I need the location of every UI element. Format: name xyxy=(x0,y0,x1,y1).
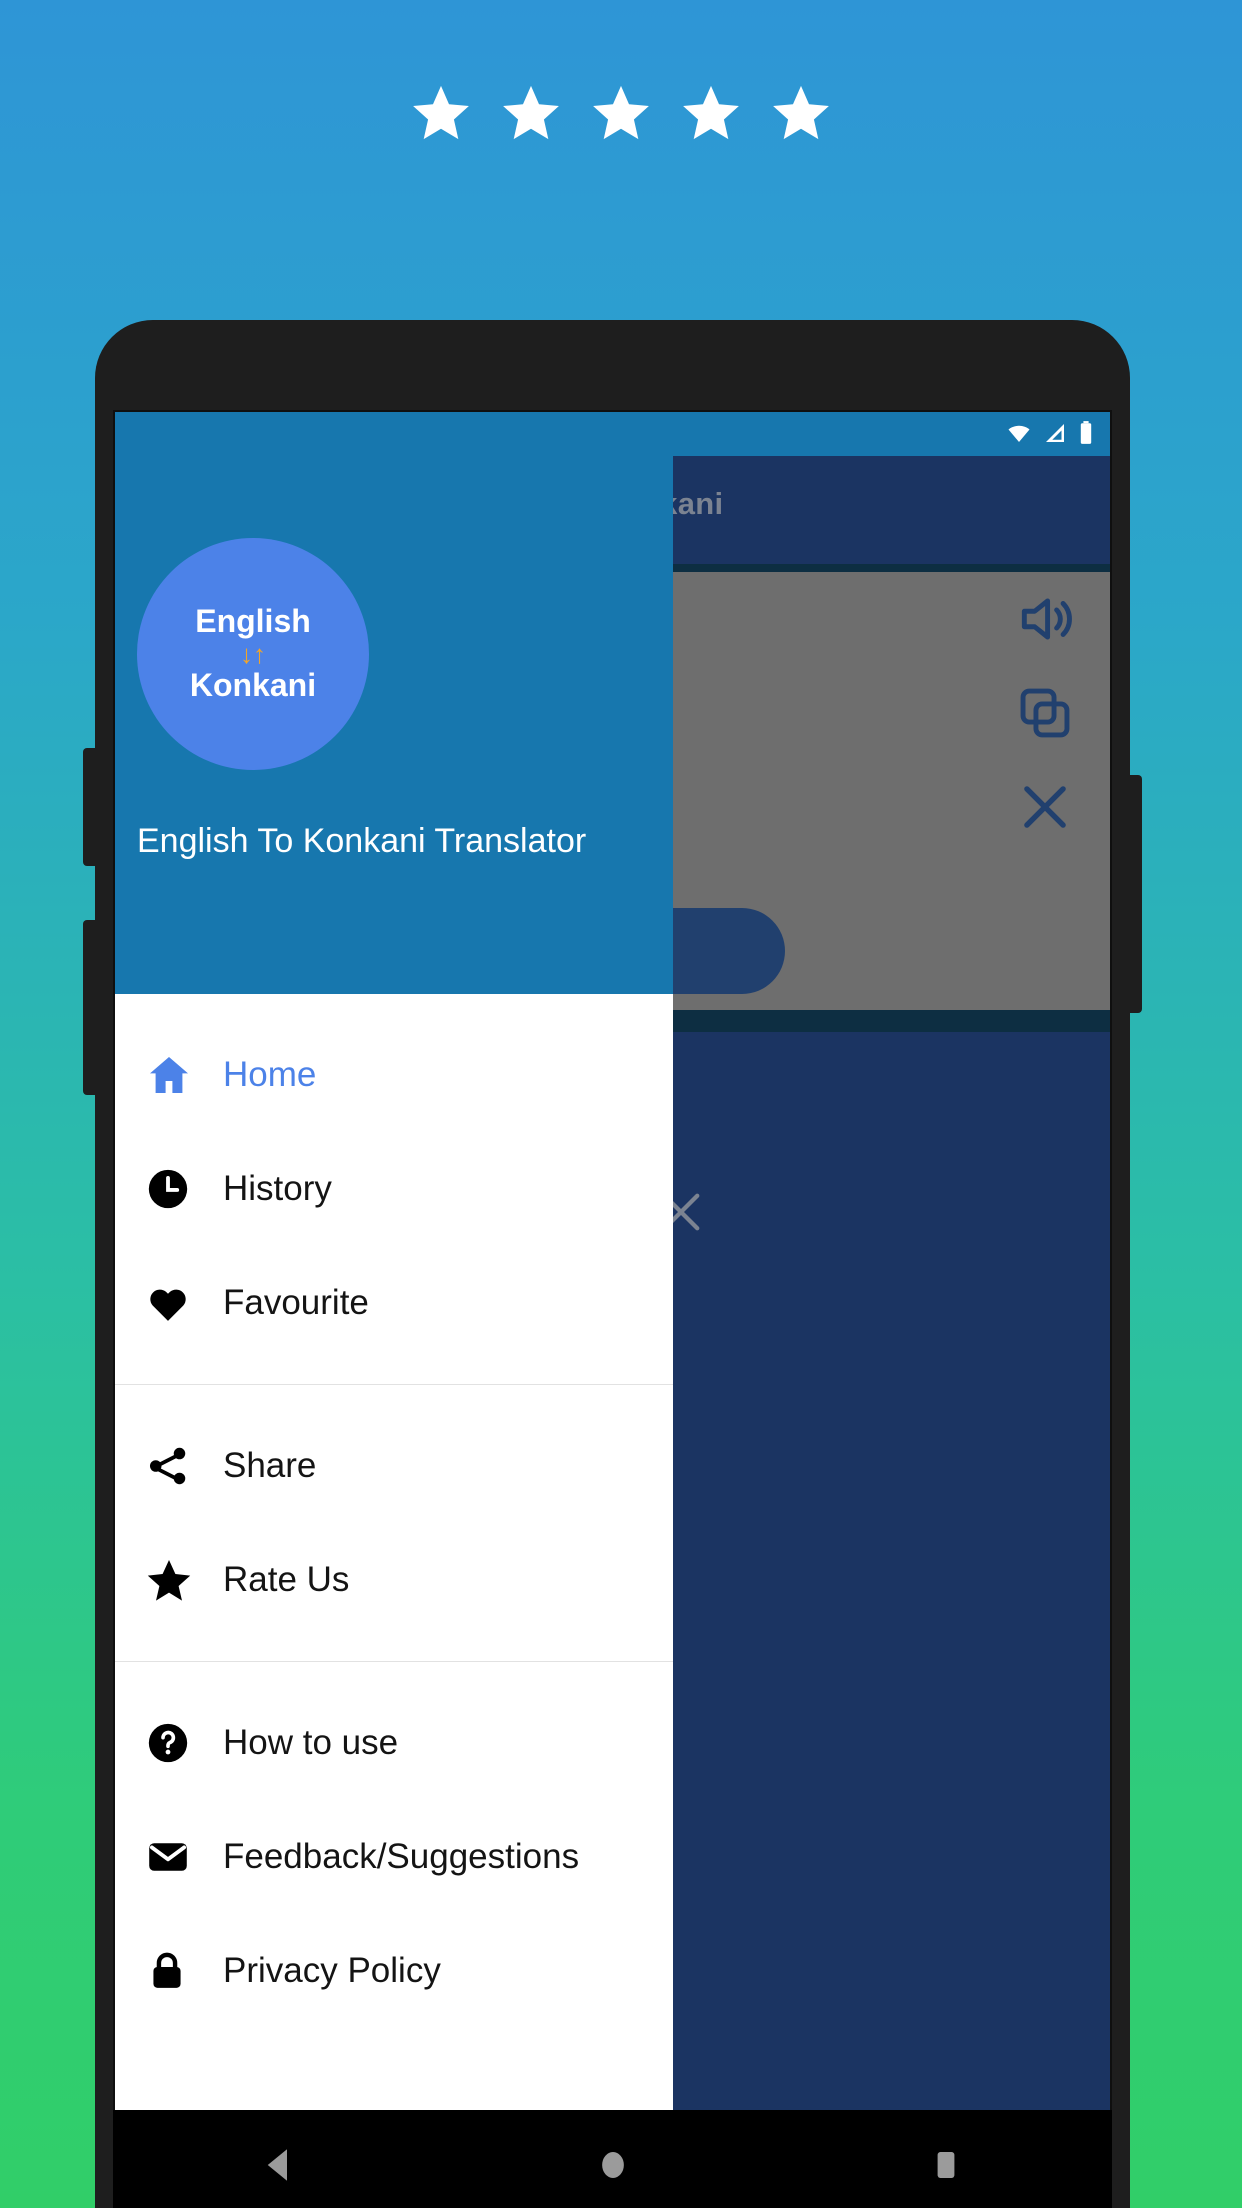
menu-item-label: Feedback/Suggestions xyxy=(223,1837,580,1876)
status-icons xyxy=(1004,420,1094,446)
menu-item-label: Favourite xyxy=(223,1283,369,1322)
swap-arrows-icon: ↓↑ xyxy=(240,639,266,669)
phone-screen: Konkani k on xyxy=(113,410,1112,2110)
volume-down-button[interactable] xyxy=(83,920,99,1095)
menu-item-label: Privacy Policy xyxy=(223,1951,441,1990)
copy-icon[interactable] xyxy=(1014,682,1076,744)
phone-frame: Konkani k on xyxy=(83,320,1142,2208)
menu-item-feedback[interactable]: Feedback/Suggestions xyxy=(115,1800,673,1914)
lock-icon xyxy=(145,1949,223,1993)
menu-item-share[interactable]: Share xyxy=(115,1409,673,1523)
power-button[interactable] xyxy=(1126,775,1142,1013)
menu-item-label: Rate Us xyxy=(223,1560,350,1599)
battery-icon xyxy=(1078,420,1094,446)
share-icon xyxy=(145,1443,223,1489)
menu-item-how-to-use[interactable]: How to use xyxy=(115,1686,673,1800)
promo-screenshot: Konkani k on xyxy=(0,0,1242,2208)
star-icon xyxy=(410,82,472,144)
mail-icon xyxy=(145,1834,223,1880)
app-logo: English ↓↑ Konkani xyxy=(137,538,369,770)
drawer-menu: Home History Favourite Share Rate Us How… xyxy=(115,994,673,2028)
star-icon xyxy=(590,82,652,144)
menu-item-label: How to use xyxy=(223,1723,399,1762)
cell-signal-icon xyxy=(1043,421,1069,445)
app-title: English To Konkani Translator xyxy=(137,822,587,860)
logo-target-language: Konkani xyxy=(189,667,317,703)
star-icon xyxy=(770,82,832,144)
drawer-header: English ↓↑ Konkani English To Konkani Tr… xyxy=(115,412,673,994)
clock-icon xyxy=(145,1166,223,1212)
navigation-drawer: English ↓↑ Konkani English To Konkani Tr… xyxy=(115,412,673,2110)
heart-icon xyxy=(145,1280,223,1326)
menu-item-rate-us[interactable]: Rate Us xyxy=(115,1523,673,1637)
close-icon[interactable] xyxy=(1014,776,1076,838)
menu-item-favourite[interactable]: Favourite xyxy=(115,1246,673,1360)
menu-item-label: Home xyxy=(223,1055,317,1094)
star-icon xyxy=(680,82,742,144)
star-icon xyxy=(500,82,562,144)
logo-source-language: English xyxy=(195,603,311,640)
speaker-icon[interactable] xyxy=(1014,588,1076,650)
menu-item-label: Share xyxy=(223,1446,317,1485)
menu-item-label: History xyxy=(223,1169,332,1208)
volume-up-button[interactable] xyxy=(83,748,99,866)
rating-stars xyxy=(0,82,1242,144)
menu-item-home[interactable]: Home xyxy=(115,1018,673,1132)
wifi-icon xyxy=(1004,421,1034,445)
android-navigation-bar xyxy=(113,2110,1112,2208)
back-button[interactable] xyxy=(259,2144,301,2186)
star-icon xyxy=(145,1556,223,1604)
recents-button[interactable] xyxy=(925,2144,967,2186)
help-icon xyxy=(145,1720,223,1766)
home-icon xyxy=(145,1051,223,1099)
menu-item-history[interactable]: History xyxy=(115,1132,673,1246)
home-button[interactable] xyxy=(592,2144,634,2186)
card-action-icons xyxy=(1014,588,1076,838)
menu-item-privacy-policy[interactable]: Privacy Policy xyxy=(115,1914,673,2028)
